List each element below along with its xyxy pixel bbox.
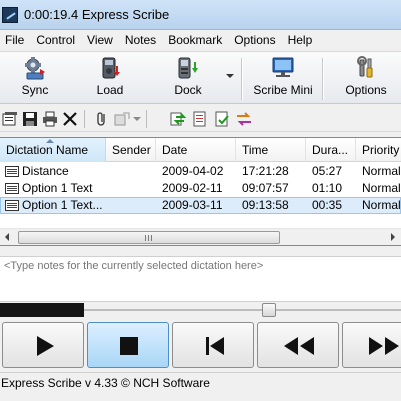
menu-view[interactable]: View xyxy=(81,30,119,50)
print-icon[interactable] xyxy=(42,111,58,127)
menu-help[interactable]: Help xyxy=(282,30,319,50)
scrollbar-thumb[interactable] xyxy=(18,231,280,244)
sort-ascending-icon xyxy=(46,139,54,143)
stop-icon xyxy=(120,337,138,355)
cell-priority: Normal xyxy=(362,198,401,212)
horizontal-scrollbar[interactable] xyxy=(0,228,401,245)
notes-placeholder: <Type notes for the currently selected d… xyxy=(4,260,264,272)
main-toolbar: Sync Load Dock Scribe Mini Options xyxy=(0,51,401,104)
toolbar-separator xyxy=(241,58,242,100)
toolbar-separator xyxy=(84,110,85,128)
express-scribe-window: 0:00:19.4 Express Scribe File Control Vi… xyxy=(0,0,401,401)
slider-track xyxy=(84,309,401,311)
menu-bookmark[interactable]: Bookmark xyxy=(162,30,228,50)
column-dictation-name[interactable]: Dictation Name xyxy=(0,138,106,162)
options-label: Options xyxy=(345,83,387,97)
fast-forward-icon xyxy=(369,337,399,355)
transfer-green-icon[interactable] xyxy=(170,111,187,127)
menu-options[interactable]: Options xyxy=(228,30,281,50)
dock-button[interactable]: Dock xyxy=(168,56,208,102)
save-icon[interactable] xyxy=(22,111,38,127)
column-priority[interactable]: Priority xyxy=(356,138,401,162)
table-row[interactable]: Distance 2009-04-02 17:21:28 05:27 Norma… xyxy=(0,163,401,180)
cell-priority: Normal xyxy=(362,164,401,178)
dictation-toolbar xyxy=(0,106,401,132)
menu-file[interactable]: File xyxy=(0,30,30,50)
options-button[interactable]: Options xyxy=(342,56,390,102)
cell-name: Option 1 Text... xyxy=(22,198,103,212)
skip-to-start-icon xyxy=(206,337,224,355)
cell-name: Distance xyxy=(22,164,69,178)
column-sender[interactable]: Sender xyxy=(106,138,156,162)
cell-date: 2009-03-11 xyxy=(162,198,223,212)
toolbar-separator xyxy=(322,58,323,100)
sync-icon xyxy=(22,56,48,80)
play-button[interactable] xyxy=(2,322,84,368)
column-duration[interactable]: Dura... xyxy=(306,138,356,162)
column-time[interactable]: Time xyxy=(236,138,306,162)
sync-label: Sync xyxy=(21,83,49,97)
skip-to-start-button[interactable] xyxy=(172,322,254,368)
dictation-file-icon xyxy=(5,200,19,211)
status-text: Express Scribe v 4.33 © NCH Software xyxy=(1,376,210,390)
play-icon xyxy=(37,336,54,356)
cell-duration: 01:10 xyxy=(312,181,343,195)
menu-control[interactable]: Control xyxy=(30,30,81,50)
dictation-file-icon xyxy=(5,183,19,194)
scribe-mini-button[interactable]: Scribe Mini xyxy=(250,56,316,102)
fast-forward-button[interactable] xyxy=(342,322,401,368)
forward-icon[interactable] xyxy=(114,111,130,127)
cell-name: Option 1 Text xyxy=(22,181,93,195)
cell-time: 17:21:28 xyxy=(242,164,289,178)
cell-priority: Normal xyxy=(362,181,401,195)
delete-icon[interactable] xyxy=(62,111,78,127)
load-icon xyxy=(97,56,123,80)
scroll-left-arrow-icon[interactable] xyxy=(5,233,9,241)
monitor-icon xyxy=(270,56,296,80)
attach-icon[interactable] xyxy=(94,111,110,127)
cell-date: 2009-04-02 xyxy=(162,164,224,178)
cell-time: 09:07:57 xyxy=(242,181,289,195)
table-row[interactable]: Option 1 Text 2009-02-11 09:07:57 01:10 … xyxy=(0,180,401,197)
scrollbar-grip-icon xyxy=(145,235,153,241)
forward-dropdown-arrow-icon[interactable] xyxy=(133,117,141,121)
sync-button[interactable]: Sync xyxy=(14,56,56,102)
menu-notes[interactable]: Notes xyxy=(119,30,162,50)
dictation-list[interactable]: Dictation Name Sender Date Time Dura... … xyxy=(0,137,401,246)
transport-controls xyxy=(0,320,401,370)
cell-time: 09:13:58 xyxy=(242,198,289,212)
swap-arrows-icon[interactable] xyxy=(236,111,252,127)
cell-date: 2009-02-11 xyxy=(162,181,223,195)
title-bar: 0:00:19.4 Express Scribe xyxy=(0,0,401,30)
checklist-icon[interactable] xyxy=(214,111,230,127)
toolbar-separator xyxy=(146,110,147,128)
column-date[interactable]: Date xyxy=(156,138,236,162)
playback-position-slider[interactable] xyxy=(0,302,401,318)
dock-label: Dock xyxy=(174,83,202,97)
document-icon[interactable] xyxy=(192,111,208,127)
menu-bar: File Control View Notes Bookmark Options… xyxy=(0,30,401,50)
played-bar xyxy=(0,303,84,317)
app-icon xyxy=(2,6,18,23)
stop-button[interactable] xyxy=(87,322,169,368)
scribe-mini-label: Scribe Mini xyxy=(253,83,313,97)
wrench-screwdriver-icon xyxy=(353,56,379,80)
cell-duration: 05:27 xyxy=(312,164,343,178)
dock-icon xyxy=(175,56,201,80)
load-label: Load xyxy=(96,83,124,97)
scroll-right-arrow-icon[interactable] xyxy=(391,233,395,241)
dock-dropdown-arrow-icon[interactable] xyxy=(226,74,234,78)
cell-duration: 00:35 xyxy=(312,198,343,212)
table-row-selected[interactable]: Option 1 Text... 2009-03-11 09:13:58 00:… xyxy=(0,197,401,214)
properties-icon[interactable] xyxy=(2,111,18,127)
notes-field[interactable]: <Type notes for the currently selected d… xyxy=(0,256,401,302)
rewind-icon xyxy=(284,337,314,355)
status-bar: Express Scribe v 4.33 © NCH Software xyxy=(0,372,401,392)
dictation-file-icon xyxy=(5,166,19,177)
window-title: 0:00:19.4 Express Scribe xyxy=(24,7,170,22)
load-button[interactable]: Load xyxy=(90,56,130,102)
list-header: Dictation Name Sender Date Time Dura... … xyxy=(0,138,401,162)
rewind-button[interactable] xyxy=(257,322,339,368)
slider-thumb[interactable] xyxy=(262,303,276,317)
